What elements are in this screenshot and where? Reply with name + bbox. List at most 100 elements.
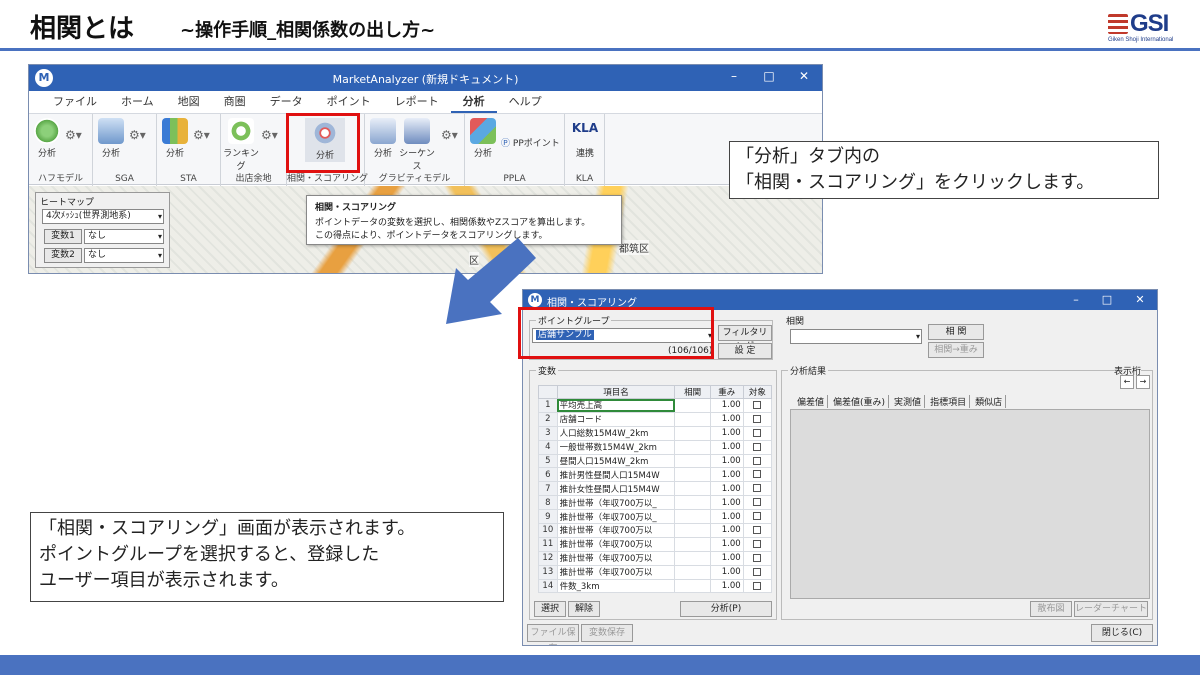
correlation-cell[interactable] — [674, 523, 711, 538]
target-checkbox[interactable] — [753, 581, 762, 590]
correlation-cell[interactable] — [674, 398, 711, 413]
menu-file[interactable]: ファイル — [41, 91, 109, 113]
menu-trade-area[interactable]: 商圏 — [212, 91, 258, 113]
weight-cell[interactable]: 1.00 — [709, 439, 744, 455]
item-name-cell[interactable]: 推計世帯（年収700万以_ — [556, 509, 676, 525]
correlation-button[interactable]: 相 関 — [928, 324, 984, 340]
correlation-cell[interactable] — [674, 536, 711, 552]
gear-icon[interactable]: ⚙▾ — [65, 128, 82, 142]
sta-analyze-button[interactable]: 分析 — [161, 118, 189, 159]
menu-report[interactable]: レポート — [383, 91, 451, 113]
increase-digits-icon[interactable]: → — [1136, 375, 1150, 389]
decrease-digits-icon[interactable]: ← — [1120, 375, 1134, 389]
table-header-weight[interactable]: 重み — [709, 385, 744, 399]
item-name-cell[interactable]: 推計世帯（年収700万以 — [556, 564, 676, 580]
item-name-cell[interactable]: 件数_3km — [556, 578, 676, 594]
correlation-select[interactable]: ▾ — [790, 329, 922, 344]
target-checkbox[interactable] — [753, 428, 762, 437]
table-row[interactable]: 4 一般世帯数15M4W_2km 1.00 — [538, 439, 773, 455]
target-checkbox[interactable] — [753, 442, 762, 451]
item-name-cell[interactable]: 昼間人口15M4W_2km — [556, 453, 676, 469]
scatter-plot-button[interactable]: 散布図 — [1030, 601, 1072, 617]
filtering-button[interactable]: フィルタリング — [718, 325, 772, 352]
target-cell[interactable] — [742, 564, 773, 580]
target-cell[interactable] — [742, 536, 773, 552]
table-row[interactable]: 11 推計世帯（年収700万以 1.00 — [538, 536, 773, 552]
weight-cell[interactable]: 1.00 — [709, 425, 744, 441]
target-checkbox[interactable] — [753, 498, 762, 507]
close-button[interactable]: ✕ — [1127, 293, 1153, 306]
gear-icon[interactable]: ⚙▾ — [193, 128, 210, 142]
target-checkbox[interactable] — [753, 470, 762, 479]
correlation-cell[interactable] — [674, 453, 711, 469]
sequence-button[interactable]: シーケンス — [397, 118, 437, 172]
target-cell[interactable] — [742, 467, 773, 483]
target-cell[interactable] — [742, 550, 773, 566]
table-row[interactable]: 7 推計女性昼間人口15M4W 1.00 — [538, 481, 773, 497]
var1-select[interactable]: なし ▾ — [84, 229, 164, 244]
target-cell[interactable] — [742, 481, 773, 497]
gear-icon[interactable]: ⚙▾ — [129, 128, 146, 142]
table-row[interactable]: 1 平均売上高 1.00 — [538, 398, 773, 413]
correlation-cell[interactable] — [674, 564, 711, 580]
item-name-cell[interactable]: 推計世帯（年収700万以 — [556, 536, 676, 552]
target-checkbox[interactable] — [753, 400, 762, 409]
table-row[interactable]: 14 件数_3km 1.00 — [538, 578, 773, 594]
pp-point-button[interactable]: Ⓟ PPポイント — [501, 136, 563, 149]
gear-icon[interactable]: ⚙▾ — [261, 128, 278, 142]
target-checkbox[interactable] — [753, 525, 762, 534]
settings-button[interactable]: 設 定 — [718, 343, 772, 359]
target-checkbox[interactable] — [753, 484, 762, 493]
target-cell[interactable] — [742, 453, 773, 469]
clear-button[interactable]: 解除 — [568, 601, 600, 617]
table-row[interactable]: 6 推計男性昼間人口15M4W 1.00 — [538, 467, 773, 483]
weight-cell[interactable]: 1.00 — [709, 411, 744, 427]
save-file-button[interactable]: ファイル保存 — [527, 624, 579, 645]
item-name-cell[interactable]: 推計世帯（年収700万以 — [556, 550, 676, 566]
correlation-cell[interactable] — [674, 578, 711, 594]
item-name-cell[interactable]: 平均売上高 — [556, 398, 676, 413]
target-cell[interactable] — [742, 425, 773, 441]
tab-deviation[interactable]: 偏差値 — [794, 395, 829, 408]
item-name-cell[interactable]: 推計女性昼間人口15M4W — [556, 481, 676, 497]
target-cell[interactable] — [742, 495, 773, 511]
table-row[interactable]: 10 推計世帯（年収700万以 1.00 — [538, 523, 773, 538]
mesh-select[interactable]: 4次ﾒｯｼｭ(世界測地系) ▾ — [42, 209, 164, 224]
close-dialog-button[interactable]: 閉じる(C) — [1091, 624, 1153, 642]
target-checkbox[interactable] — [753, 567, 762, 576]
target-cell[interactable] — [742, 578, 773, 594]
table-header-target[interactable]: 対象 — [742, 385, 773, 399]
huff-analyze-button[interactable]: 分析 — [33, 118, 61, 159]
var1-button[interactable]: 変数1 — [44, 229, 82, 244]
weight-cell[interactable]: 1.00 — [709, 509, 744, 525]
minimize-button[interactable]: – — [719, 69, 749, 83]
gear-icon[interactable]: ⚙▾ — [441, 128, 458, 142]
weight-cell[interactable]: 1.00 — [709, 578, 744, 594]
target-cell[interactable] — [742, 509, 773, 525]
item-name-cell[interactable]: 推計男性昼間人口15M4W — [556, 467, 676, 483]
item-name-cell[interactable]: 店舗コード — [556, 411, 676, 427]
tab-weighted-deviation[interactable]: 偏差値(重み) — [830, 395, 890, 408]
target-checkbox[interactable] — [753, 456, 762, 465]
correlation-cell[interactable] — [674, 481, 711, 497]
target-cell[interactable] — [742, 523, 773, 538]
menu-help[interactable]: ヘルプ — [497, 91, 554, 113]
table-row[interactable]: 12 推計世帯（年収700万以 1.00 — [538, 550, 773, 566]
item-name-cell[interactable]: 一般世帯数15M4W_2km — [556, 439, 676, 455]
menu-point[interactable]: ポイント — [315, 91, 383, 113]
close-button[interactable]: ✕ — [789, 69, 819, 83]
tab-similar-stores[interactable]: 類似店 — [972, 395, 1007, 408]
save-variables-button[interactable]: 変数保存 — [581, 624, 633, 642]
target-cell[interactable] — [742, 439, 773, 455]
target-checkbox[interactable] — [753, 414, 762, 423]
table-row[interactable]: 3 人口総数15M4W_2km 1.00 — [538, 425, 773, 441]
weight-cell[interactable]: 1.00 — [709, 453, 744, 469]
minimize-button[interactable]: – — [1063, 293, 1089, 306]
item-name-cell[interactable]: 推計世帯（年収700万以 — [556, 523, 676, 538]
results-grid[interactable] — [790, 409, 1150, 599]
ppla-analyze-button[interactable]: 分析 — [469, 118, 497, 159]
table-row[interactable]: 2 店舗コード 1.00 — [538, 411, 773, 427]
weight-cell[interactable]: 1.00 — [709, 564, 744, 580]
weight-cell[interactable]: 1.00 — [709, 467, 744, 483]
table-header-correlation[interactable]: 相関 — [674, 385, 711, 399]
